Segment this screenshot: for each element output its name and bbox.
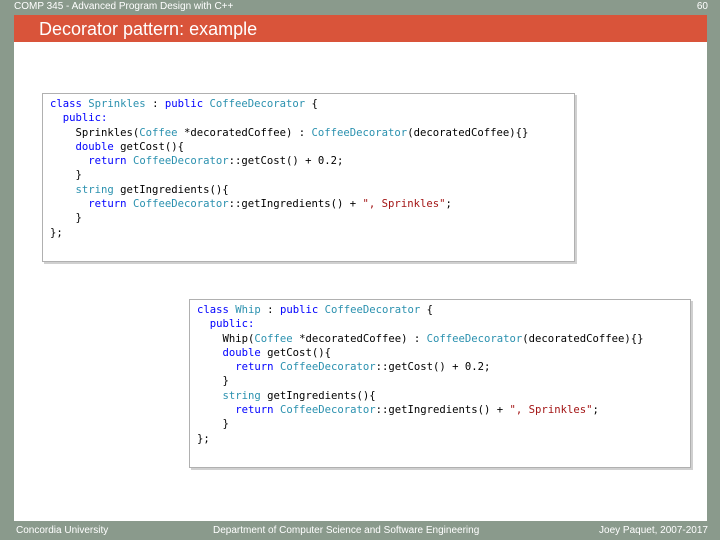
code-token: Whip( <box>197 332 255 345</box>
code-token: ", Sprinkles" <box>509 404 593 417</box>
footer-department: Department of Computer Science and Softw… <box>213 525 480 536</box>
code-token: { <box>420 304 434 316</box>
code-token: Sprinkles( <box>50 126 140 139</box>
code-line: } <box>50 211 574 225</box>
code-token: CoffeeDecorator <box>279 404 376 417</box>
code-line: class Sprinkles : public CoffeeDecorator… <box>50 97 574 111</box>
page-number: 60 <box>696 1 708 12</box>
code-line: double getCost(){ <box>197 346 690 360</box>
code-token: }; <box>197 432 210 445</box>
code-token: ::getIngredients() + <box>228 198 363 211</box>
code-line: Whip(Coffee *decoratedCoffee) : CoffeeDe… <box>197 332 690 346</box>
code-token: string <box>222 389 268 402</box>
code-token: getIngredients(){ <box>120 183 229 196</box>
code-token: CoffeeDecorator <box>279 361 376 374</box>
code-line: return CoffeeDecorator::getCost() + 0.2; <box>197 360 690 374</box>
code-line: return CoffeeDecorator::getCost() + 0.2; <box>50 154 574 168</box>
footer-author: Joey Paquet, 2007-2017 <box>599 525 708 536</box>
code-token: CoffeeDecorator <box>311 126 408 139</box>
code-line: }; <box>50 226 574 240</box>
code-token: ::getIngredients() + <box>375 404 510 417</box>
code-line: } <box>197 374 690 388</box>
code-token: public <box>164 98 210 110</box>
code-token: class <box>197 304 236 316</box>
code-line: class Whip : public CoffeeDecorator { <box>197 303 690 317</box>
code-token: return <box>235 404 280 417</box>
code-token: Coffee <box>254 332 293 345</box>
code-block-whip: class Whip : public CoffeeDecorator { pu… <box>189 299 691 468</box>
course-title: COMP 345 - Advanced Program Design with … <box>14 1 234 12</box>
slide-title: Decorator pattern: example <box>39 19 258 39</box>
code-token: class <box>50 98 89 110</box>
code-token: public <box>279 304 325 316</box>
code-token: *decoratedCoffee) : <box>292 332 427 345</box>
code-token: ", Sprinkles" <box>362 198 446 211</box>
code-token: return <box>88 198 133 211</box>
code-line: double getCost(){ <box>50 140 574 154</box>
code-text: class Whip : public CoffeeDecorator { pu… <box>190 300 690 446</box>
code-token: } <box>197 375 229 388</box>
code-block-sprinkles: class Sprinkles : public CoffeeDecorator… <box>42 93 575 262</box>
code-token: : <box>260 304 280 316</box>
code-line: Sprinkles(Coffee *decoratedCoffee) : Cof… <box>50 126 574 140</box>
code-text: class Sprinkles : public CoffeeDecorator… <box>43 94 574 240</box>
code-line: public: <box>197 317 690 331</box>
code-token: CoffeeDecorator <box>132 155 229 168</box>
code-token: ::getCost() + 0.2; <box>375 361 491 374</box>
code-token: *decoratedCoffee) : <box>177 126 312 139</box>
code-token: ::getCost() + 0.2; <box>228 155 344 168</box>
code-line: }; <box>197 432 690 446</box>
code-token: return <box>235 361 280 374</box>
code-token: (decoratedCoffee){} <box>407 126 529 139</box>
code-token: public: <box>50 112 108 125</box>
footer-university: Concordia University <box>16 525 109 536</box>
slide-body: Decorator pattern: example class Sprinkl… <box>14 15 707 521</box>
title-bar: Decorator pattern: example <box>14 15 707 42</box>
code-token: CoffeeDecorator <box>426 332 523 345</box>
code-token: CoffeeDecorator <box>209 98 306 110</box>
code-token: } <box>50 212 82 225</box>
code-token: (decoratedCoffee){} <box>522 332 644 345</box>
code-line: } <box>50 168 574 182</box>
code-token: } <box>197 418 229 431</box>
code-token: double <box>75 140 121 153</box>
code-line: string getIngredients(){ <box>197 389 690 403</box>
code-token: return <box>88 155 133 168</box>
code-token: }; <box>50 226 63 239</box>
code-token: getIngredients(){ <box>267 389 376 402</box>
code-token: CoffeeDecorator <box>324 304 421 316</box>
code-line: } <box>197 417 690 431</box>
code-line: return CoffeeDecorator::getIngredients()… <box>50 197 574 211</box>
code-token: : <box>145 98 165 110</box>
code-token: getCost(){ <box>120 140 184 153</box>
code-token: ; <box>592 404 599 417</box>
code-token: Whip <box>235 304 261 316</box>
code-token: { <box>305 98 318 110</box>
code-line: return CoffeeDecorator::getIngredients()… <box>197 403 690 417</box>
code-token: Sprinkles <box>88 98 146 110</box>
code-token: CoffeeDecorator <box>132 198 229 211</box>
code-line: string getIngredients(){ <box>50 183 574 197</box>
code-token: } <box>50 169 82 182</box>
code-token: Coffee <box>139 126 178 139</box>
code-token: getCost(){ <box>267 346 331 359</box>
code-token: ; <box>445 198 452 211</box>
code-token: string <box>75 183 121 196</box>
code-token: double <box>222 346 268 359</box>
code-line: public: <box>50 111 574 125</box>
code-token: public: <box>197 318 255 331</box>
